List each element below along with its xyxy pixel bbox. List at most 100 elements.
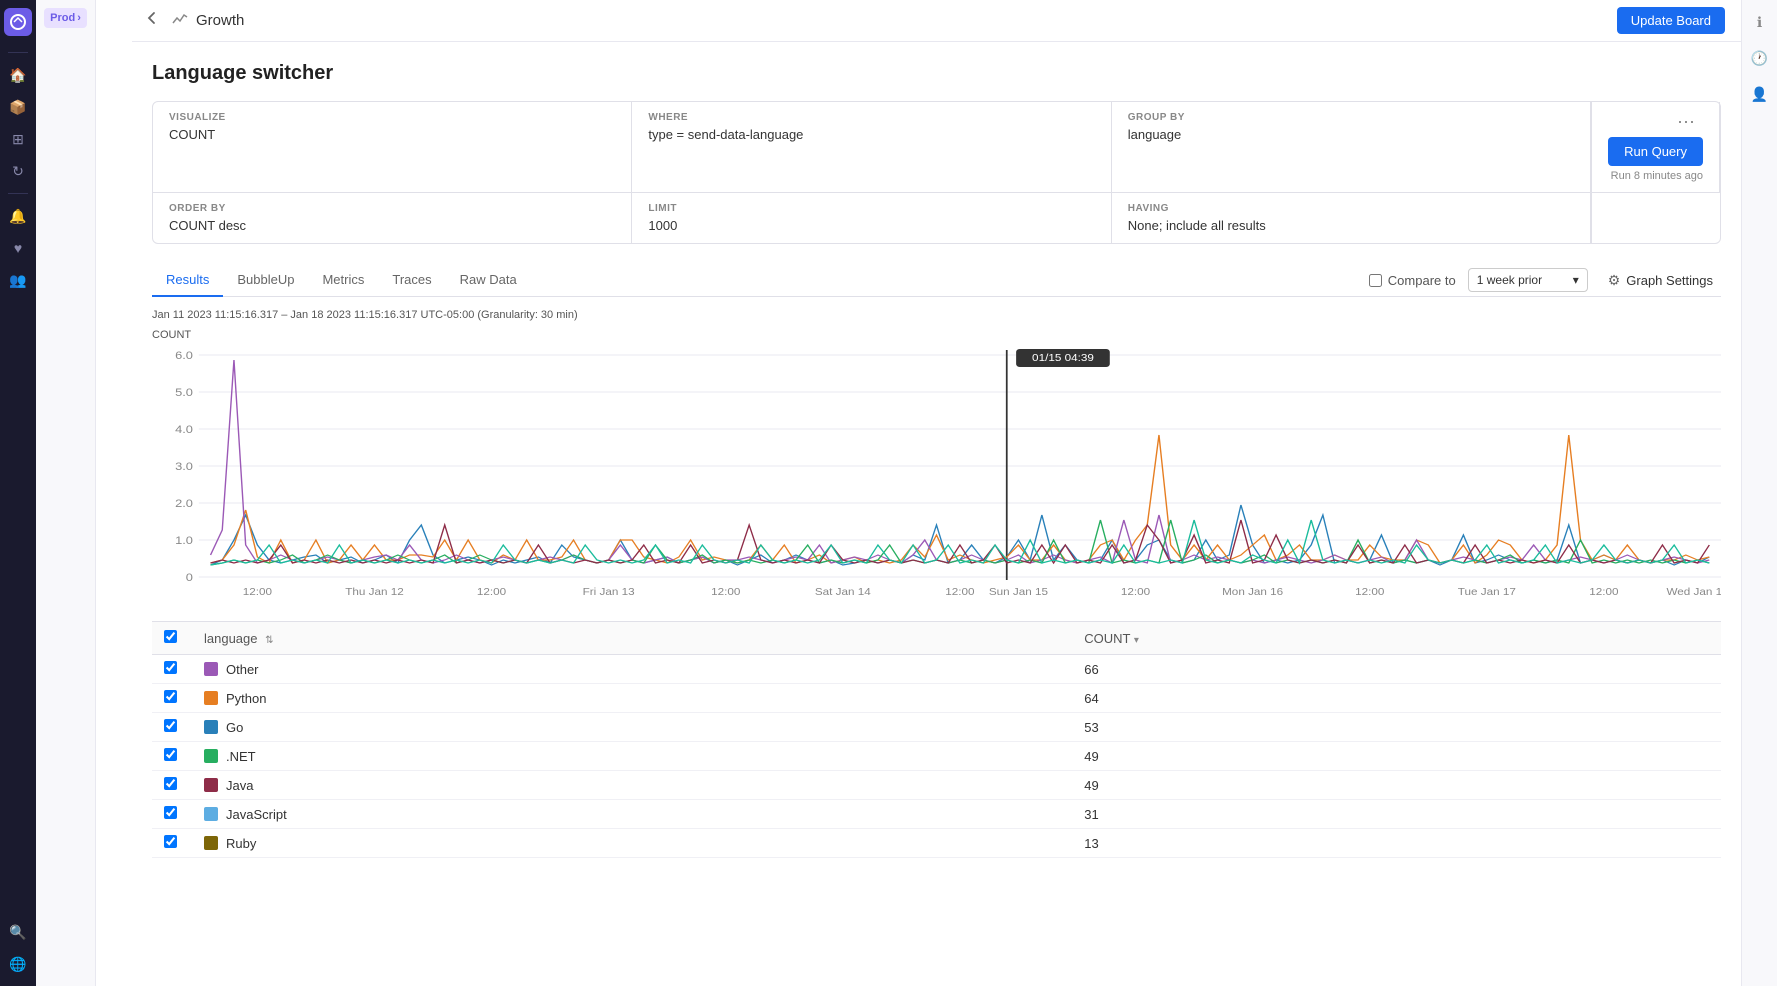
row-language-cell-0: Other (192, 655, 1072, 684)
svg-text:12:00: 12:00 (1355, 587, 1384, 598)
having-value[interactable]: None; include all results (1128, 218, 1574, 233)
run-query-cell: ⋯ Run Query Run 8 minutes ago (1591, 102, 1720, 192)
having-cell: HAVING None; include all results (1112, 192, 1591, 243)
svg-text:12:00: 12:00 (243, 587, 272, 598)
row-language-cell-4: Java (192, 771, 1072, 800)
tab-metrics[interactable]: Metrics (308, 264, 378, 297)
sidebar-icon-globe[interactable]: 🌐 (4, 950, 32, 978)
color-swatch-4 (204, 778, 218, 792)
right-panel: ℹ 🕐 👤 (1741, 0, 1777, 986)
spacer-cell (1591, 192, 1720, 243)
row-count-cell-5: 31 (1072, 800, 1721, 829)
breadcrumb-chart-icon (172, 11, 188, 30)
sidebar-icon-refresh[interactable]: ↻ (4, 157, 32, 185)
query-grid: VISUALIZE COUNT WHERE type = send-data-l… (152, 101, 1721, 244)
chart-container[interactable]: 6.0 5.0 4.0 3.0 2.0 1.0 0 12:00 Thu Jan … (152, 345, 1721, 605)
row-language-cell-1: Python (192, 684, 1072, 713)
tab-results[interactable]: Results (152, 264, 223, 297)
row-language-cell-3: .NET (192, 742, 1072, 771)
sidebar-divider-2 (8, 193, 28, 194)
graph-settings-label: Graph Settings (1626, 273, 1713, 288)
week-prior-label: 1 week prior (1477, 273, 1542, 287)
left-sidebar: 🏠 📦 ⊞ ↻ 🔔 ♥ 👥 🔍 🌐 (0, 0, 36, 986)
time-range-label: Jan 11 2023 11:15:16.317 – Jan 18 2023 1… (152, 309, 1721, 321)
tab-traces[interactable]: Traces (378, 264, 445, 297)
right-history-icon[interactable]: 🕐 (1746, 44, 1774, 72)
table-row: Python 64 (152, 684, 1721, 713)
color-swatch-2 (204, 720, 218, 734)
row-checkbox-4[interactable] (164, 777, 177, 790)
language-label-6: Ruby (226, 836, 256, 851)
color-swatch-0 (204, 662, 218, 676)
sidebar-icon-search[interactable]: 🔍 (4, 918, 32, 946)
tab-rawdata[interactable]: Raw Data (446, 264, 531, 297)
svg-text:4.0: 4.0 (175, 423, 193, 436)
week-prior-selector[interactable]: 1 week prior ▾ (1468, 268, 1588, 292)
row-checkbox-6[interactable] (164, 835, 177, 848)
sidebar-icon-grid[interactable]: ⊞ (4, 125, 32, 153)
svg-text:12:00: 12:00 (945, 587, 974, 598)
group-by-label: GROUP BY (1128, 112, 1574, 123)
row-count-cell-3: 49 (1072, 742, 1721, 771)
env-arrow-icon: › (77, 12, 81, 24)
visualize-label: VISUALIZE (169, 112, 615, 123)
sidebar-icon-bell[interactable]: 🔔 (4, 202, 32, 230)
language-label-2: Go (226, 720, 243, 735)
main-wrapper: Growth Update Board Language switcher VI… (132, 0, 1741, 986)
language-sort-icon: ⇅ (265, 635, 273, 646)
svg-text:Fri Jan 13: Fri Jan 13 (583, 587, 635, 598)
y-axis-label: COUNT (152, 329, 1721, 341)
right-user-icon[interactable]: 👤 (1746, 80, 1774, 108)
top-bar: Growth Update Board (132, 0, 1741, 42)
table-header-language[interactable]: language ⇅ (192, 622, 1072, 655)
row-language-cell-6: Ruby (192, 829, 1072, 858)
row-language-cell-5: JavaScript (192, 800, 1072, 829)
svg-text:Tue Jan 17: Tue Jan 17 (1458, 587, 1516, 598)
app-logo[interactable] (4, 8, 32, 36)
sidebar-icon-home[interactable]: 🏠 (4, 61, 32, 89)
back-button[interactable] (140, 6, 164, 35)
run-query-button[interactable]: Run Query (1608, 137, 1703, 166)
tab-bubbleup[interactable]: BubbleUp (223, 264, 308, 297)
chart-svg: 6.0 5.0 4.0 3.0 2.0 1.0 0 12:00 Thu Jan … (152, 345, 1721, 605)
sidebar-icon-users[interactable]: 👥 (4, 266, 32, 294)
table-header-checkbox[interactable] (164, 630, 177, 643)
table-row: .NET 49 (152, 742, 1721, 771)
table-row: Ruby 13 (152, 829, 1721, 858)
row-count-cell-4: 49 (1072, 771, 1721, 800)
visualize-value[interactable]: COUNT (169, 127, 615, 142)
dots-menu[interactable]: ⋯ (1669, 112, 1703, 133)
row-count-cell-2: 53 (1072, 713, 1721, 742)
env-bar: Prod › (36, 0, 96, 986)
svg-text:Mon Jan 16: Mon Jan 16 (1222, 587, 1283, 598)
limit-value[interactable]: 1000 (648, 218, 1094, 233)
row-checkbox-2[interactable] (164, 719, 177, 732)
table-row: Other 66 (152, 655, 1721, 684)
graph-settings-button[interactable]: ⚙ Graph Settings (1600, 268, 1721, 293)
order-by-value[interactable]: COUNT desc (169, 218, 615, 233)
right-info-icon[interactable]: ℹ (1746, 8, 1774, 36)
env-badge[interactable]: Prod › (44, 8, 87, 28)
where-value[interactable]: type = send-data-language (648, 127, 1094, 142)
sidebar-icon-heart[interactable]: ♥ (4, 234, 32, 262)
row-checkbox-3[interactable] (164, 748, 177, 761)
chevron-down-icon: ▾ (1573, 273, 1579, 287)
gear-icon: ⚙ (1608, 272, 1621, 289)
group-by-value[interactable]: language (1128, 127, 1574, 142)
row-checkbox-5[interactable] (164, 806, 177, 819)
row-checkbox-0[interactable] (164, 661, 177, 674)
row-checkbox-cell (152, 800, 192, 829)
row-count-cell-6: 13 (1072, 829, 1721, 858)
compare-to-checkbox-label[interactable]: Compare to (1369, 273, 1456, 288)
tabs-list: Results BubbleUp Metrics Traces Raw Data (152, 264, 531, 296)
sidebar-icon-package[interactable]: 📦 (4, 93, 32, 121)
row-count-cell-0: 66 (1072, 655, 1721, 684)
table-header-count[interactable]: COUNT ▾ (1072, 622, 1721, 655)
update-board-button[interactable]: Update Board (1617, 7, 1725, 34)
row-checkbox-1[interactable] (164, 690, 177, 703)
order-by-cell: ORDER BY COUNT desc (153, 192, 632, 243)
svg-text:Thu Jan 12: Thu Jan 12 (345, 587, 404, 598)
svg-text:01/15 04:39: 01/15 04:39 (1032, 353, 1094, 364)
compare-to-checkbox[interactable] (1369, 274, 1382, 287)
svg-text:12:00: 12:00 (477, 587, 506, 598)
